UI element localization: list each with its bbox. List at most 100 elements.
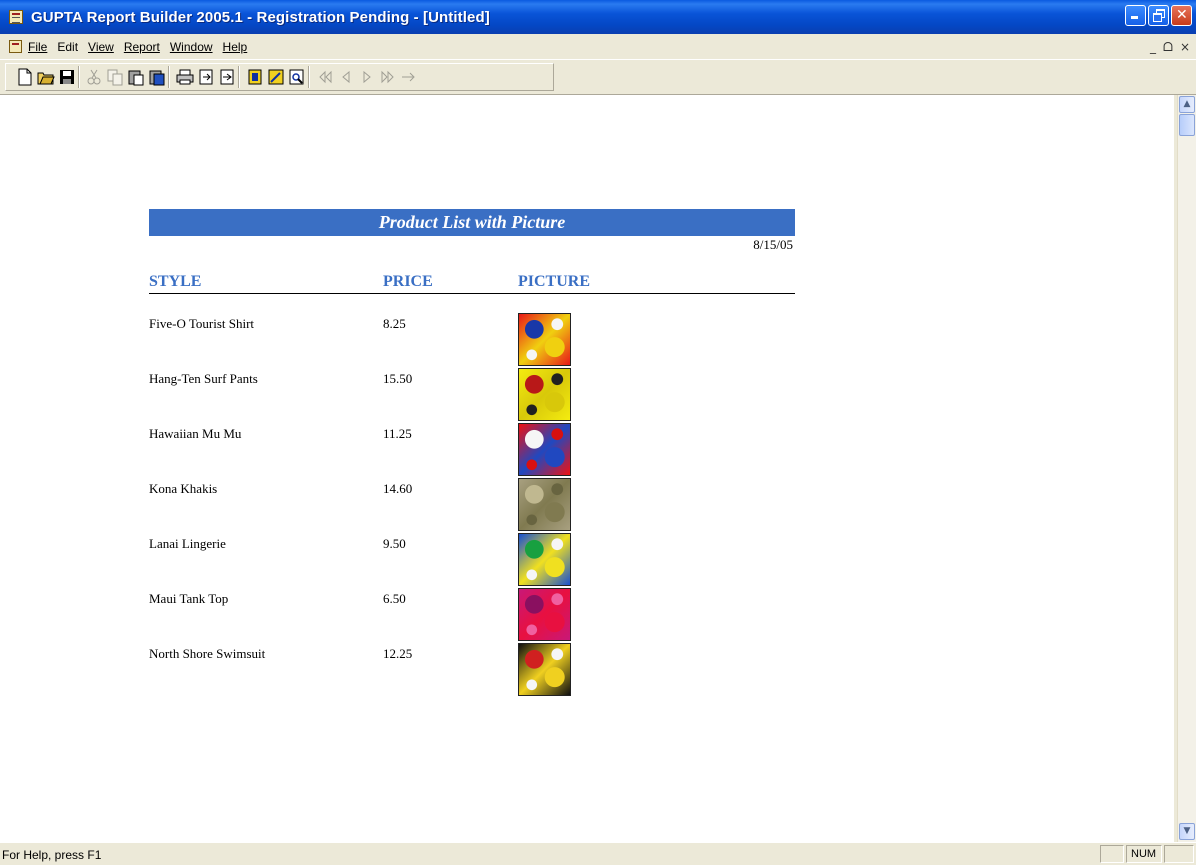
toolbar-separator (168, 66, 170, 88)
vertical-scrollbar[interactable]: ▲ ▼ (1177, 95, 1196, 842)
toolbar (0, 59, 1196, 95)
app-icon[interactable] (9, 10, 23, 24)
title-bar: GUPTA Report Builder 2005.1 - Registrati… (0, 0, 1196, 34)
report-title-band: Product List with Picture (149, 209, 795, 236)
product-picture (518, 533, 571, 586)
menu-file-label: File (28, 39, 48, 54)
cut-icon[interactable] (85, 68, 103, 86)
first-page-icon-svg (319, 70, 332, 84)
menu-window-label: Window (169, 39, 213, 54)
restore-button[interactable] (1148, 5, 1169, 26)
minimize-icon (1131, 16, 1138, 19)
menu-bar: File Edit View Report Window Help _ ᗝ × (0, 34, 1196, 59)
window-title: GUPTA Report Builder 2005.1 - Registrati… (31, 8, 490, 26)
prev-page-icon[interactable] (337, 68, 355, 86)
scroll-down-button[interactable]: ▼ (1179, 823, 1195, 840)
mdi-controls: _ ᗝ × (1150, 40, 1190, 55)
next-page-icon-svg (363, 70, 371, 84)
menu-file[interactable]: File (28, 40, 47, 54)
help-icon[interactable] (246, 68, 264, 86)
menu-view[interactable]: View (88, 40, 114, 54)
menu-help[interactable]: Help (223, 40, 248, 54)
row-price: 14.60 (383, 481, 413, 496)
help-icon-svg (248, 69, 262, 85)
status-pane-num: NUM (1126, 845, 1162, 863)
window-controls: ✕ (1125, 5, 1192, 26)
product-picture (518, 478, 571, 531)
column-header-picture: PICTURE (518, 273, 591, 290)
menu-window[interactable]: Window (170, 40, 213, 54)
report-title: Product List with Picture (378, 212, 566, 232)
mdi-close-button[interactable]: × (1180, 40, 1190, 55)
scroll-up-button[interactable]: ▲ (1179, 96, 1195, 113)
report-date: 8/15/05 (753, 237, 793, 252)
row-price: 9.50 (383, 536, 406, 551)
row-price: 6.50 (383, 591, 406, 606)
menu-edit[interactable]: Edit (57, 40, 78, 54)
toolbar-separator (238, 66, 240, 88)
print-icon[interactable] (176, 68, 194, 86)
product-picture (518, 423, 571, 476)
menu-view-label: View (88, 39, 114, 54)
row-style: Maui Tank Top (149, 591, 229, 606)
paste-special-icon-svg (149, 70, 165, 86)
row-style: Hawaiian Mu Mu (149, 426, 242, 441)
save-icon-svg (60, 70, 74, 84)
scroll-thumb[interactable] (1179, 114, 1195, 136)
menu-report[interactable]: Report (124, 40, 160, 54)
design-icon[interactable] (267, 68, 285, 86)
paste-icon-svg (128, 70, 144, 86)
restore-icon-back (1153, 13, 1162, 22)
new-icon[interactable] (16, 68, 34, 86)
goto-page-icon[interactable] (400, 68, 418, 86)
import-icon[interactable] (197, 68, 215, 86)
paste-icon[interactable] (127, 68, 145, 86)
row-style: Hang-Ten Surf Pants (149, 371, 258, 386)
prev-page-icon-svg (342, 70, 350, 84)
copy-icon[interactable] (106, 68, 124, 86)
row-style: Kona Khakis (149, 481, 218, 496)
row-price: 8.25 (383, 316, 406, 331)
preview-icon-svg (289, 69, 304, 85)
status-pane-scroll (1164, 845, 1194, 863)
paste-special-icon[interactable] (148, 68, 166, 86)
save-icon[interactable] (58, 68, 76, 86)
export-icon-svg (220, 69, 234, 85)
print-icon-svg (176, 69, 194, 85)
column-header-price: PRICE (383, 273, 433, 290)
product-picture (518, 368, 571, 421)
open-icon-svg (37, 72, 55, 85)
minimize-button[interactable] (1125, 5, 1146, 26)
first-page-icon[interactable] (316, 68, 334, 86)
toolbar-separator (308, 66, 310, 88)
status-pane-caps (1100, 845, 1124, 863)
mdi-minimize-button[interactable]: _ (1150, 40, 1156, 55)
row-style: North Shore Swimsuit (149, 646, 266, 661)
product-picture (518, 313, 571, 366)
menu-help-label: Help (222, 39, 248, 54)
copy-icon-svg (107, 69, 123, 86)
status-bar: For Help, press F1 NUM (0, 842, 1196, 865)
product-picture (518, 643, 571, 696)
preview-icon[interactable] (288, 68, 306, 86)
close-icon: ✕ (1176, 7, 1188, 23)
report-preview-area (0, 95, 1174, 842)
goto-page-icon-svg (402, 72, 415, 82)
document-icon[interactable] (9, 40, 22, 53)
mdi-restore-button[interactable]: ᗝ (1163, 40, 1173, 55)
last-page-icon-svg (381, 70, 394, 84)
last-page-icon[interactable] (379, 68, 397, 86)
row-price: 15.50 (383, 371, 413, 386)
row-price: 12.25 (383, 646, 413, 661)
row-style: Five-O Tourist Shirt (149, 316, 255, 331)
import-icon-svg (199, 69, 213, 85)
next-page-icon[interactable] (358, 68, 376, 86)
new-icon-svg (18, 68, 32, 86)
open-icon[interactable] (37, 68, 55, 86)
design-icon-svg (268, 69, 284, 85)
cut-icon-svg (87, 69, 101, 85)
toolbar-separator (78, 66, 80, 88)
close-button[interactable]: ✕ (1171, 5, 1192, 26)
row-style: Lanai Lingerie (149, 536, 226, 551)
export-icon[interactable] (218, 68, 236, 86)
